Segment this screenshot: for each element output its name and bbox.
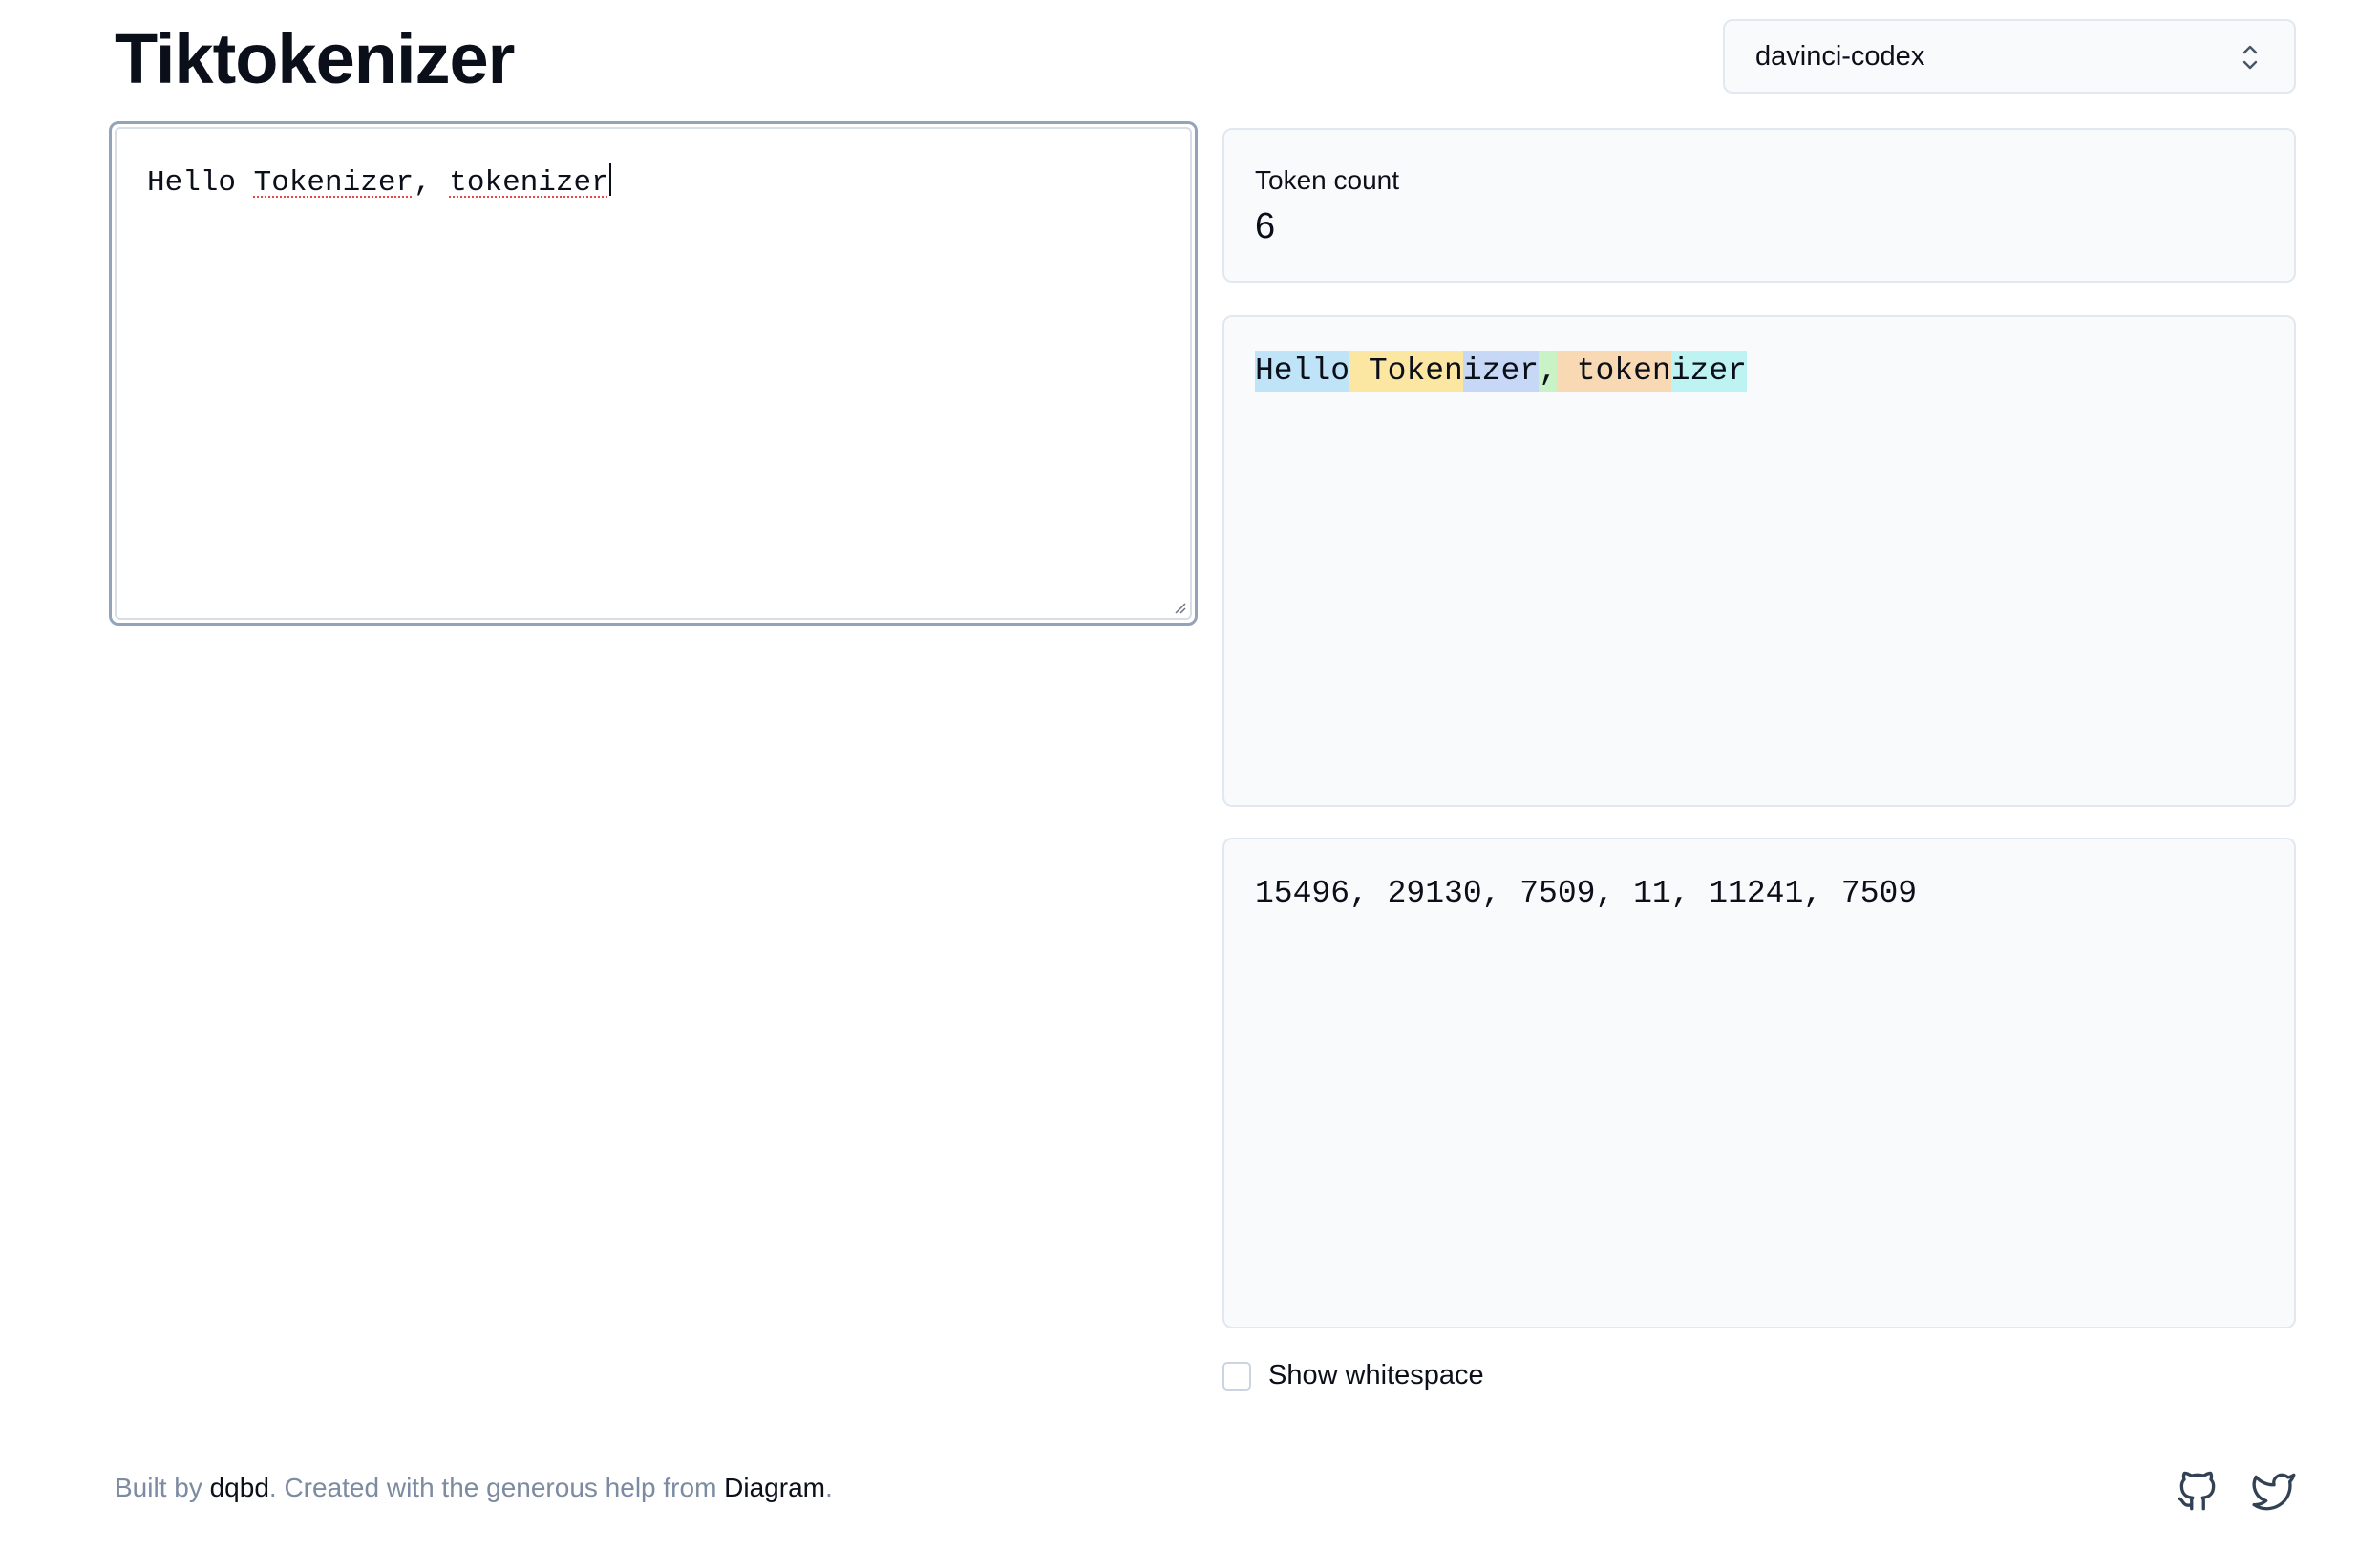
text-input-value: Hello Tokenizer, tokenizer: [147, 166, 609, 200]
input-text-segment: [236, 166, 254, 200]
author-link[interactable]: dqbd: [210, 1473, 269, 1502]
token-count-value: 6: [1255, 206, 1276, 246]
footer-middle: . Created with the generous help from: [268, 1473, 717, 1502]
resize-handle-icon[interactable]: [1171, 599, 1186, 614]
input-text-segment: Hello: [147, 166, 237, 200]
token-visualization-panel: Hello Tokenizer, tokenizer: [1222, 315, 2296, 807]
token-chip[interactable]: izer: [1462, 351, 1540, 392]
token-ids-panel: 15496, 29130, 7509, 11, 11241, 7509: [1222, 838, 2296, 1328]
token-chip[interactable]: token: [1557, 351, 1671, 392]
show-whitespace-toggle[interactable]: Show whitespace: [1222, 1360, 1484, 1392]
token-count-label: Token count: [1255, 165, 1399, 195]
input-text-segment: ,: [414, 166, 432, 200]
footer-text: Built by dqbd. Created with the generous…: [115, 1469, 833, 1507]
misspelled-word: Tokenizer: [253, 166, 414, 200]
token-ids-text: 15496, 29130, 7509, 11, 11241, 7509: [1255, 876, 1918, 911]
input-text-segment: [432, 166, 450, 200]
page-title: Tiktokenizer: [115, 19, 515, 98]
misspelled-word: tokenizer: [449, 166, 609, 200]
footer-suffix: .: [824, 1473, 833, 1502]
model-select[interactable]: davinci-codex: [1723, 19, 2296, 94]
model-select-value: davinci-codex: [1755, 40, 1925, 72]
text-input[interactable]: Hello Tokenizer, tokenizer: [115, 127, 1192, 620]
token-count-panel: Token count 6: [1222, 128, 2296, 283]
show-whitespace-checkbox[interactable]: [1222, 1361, 1251, 1391]
chevron-up-down-icon: [2242, 45, 2258, 70]
show-whitespace-label: Show whitespace: [1268, 1360, 1484, 1391]
text-input-focus-ring: Hello Tokenizer, tokenizer: [109, 121, 1198, 626]
diagram-link[interactable]: Diagram: [724, 1473, 825, 1502]
github-icon[interactable]: [2174, 1467, 2221, 1515]
token-highlight-row: Hello Tokenizer, tokenizer: [1255, 351, 2263, 392]
token-chip[interactable]: Token: [1349, 351, 1463, 392]
text-cursor: [608, 163, 611, 196]
token-chip[interactable]: izer: [1670, 351, 1747, 392]
token-chip[interactable]: Hello: [1255, 351, 1350, 392]
twitter-icon[interactable]: [2250, 1467, 2298, 1515]
footer-built-by: Built by: [115, 1473, 202, 1502]
token-chip[interactable]: ,: [1539, 351, 1558, 392]
